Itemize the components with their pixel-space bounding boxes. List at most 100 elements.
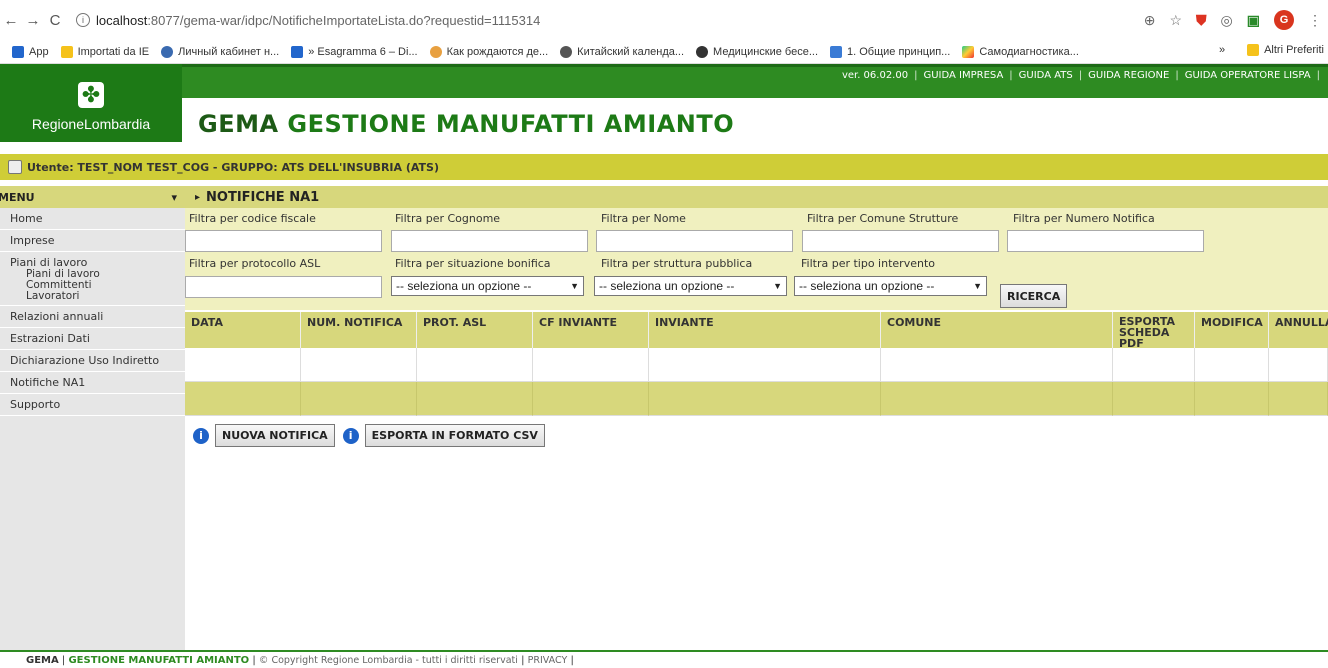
label-numero: Filtra per Numero Notifica (1013, 212, 1155, 225)
bookmark-item[interactable]: Китайский календа... (560, 45, 684, 58)
browser-address-bar: ← → C i localhost:8077/gema-war/idpc/Not… (0, 0, 1328, 40)
table-cell (1269, 348, 1328, 382)
version-label: ver. 06.02.00 (841, 70, 909, 81)
label-protocollo: Filtra per protocollo ASL (189, 257, 321, 270)
info-icon[interactable]: i (76, 13, 90, 27)
tipo-select[interactable]: -- seleziona un opzione -- ▼ (794, 276, 987, 296)
sidebar-subitem-lavoratori[interactable]: Lavoratori (10, 291, 175, 302)
sidebar-item-notifiche[interactable]: Notifiche NA1 (0, 372, 185, 394)
label-tipo: Filtra per tipo intervento (801, 257, 935, 270)
sheets-extension-icon[interactable]: ▣ (1247, 12, 1260, 29)
col-num-notifica[interactable]: NUM. NOTIFICA (301, 312, 417, 348)
url-host[interactable]: localhost (96, 13, 147, 28)
col-modifica[interactable]: MODIFICA (1195, 312, 1269, 348)
sidebar-item-relazioni[interactable]: Relazioni annuali (0, 306, 185, 328)
menu-header[interactable]: MENU ▾ (0, 186, 185, 208)
site-icon (696, 45, 709, 58)
cf-input[interactable] (185, 230, 382, 252)
site-icon (830, 45, 843, 58)
regione-lombardia-logo[interactable]: ✤ RegioneLombardia (0, 64, 182, 142)
footer-copyright: © Copyright Regione Lombardia - tutti i … (258, 654, 518, 666)
label-cf: Filtra per codice fiscale (189, 212, 316, 225)
bookmark-item[interactable]: Медицинские бесе... (696, 45, 818, 58)
user-info: Utente: TEST_NOM TEST_COG - GRUPPO: ATS … (27, 160, 439, 174)
situazione-select[interactable]: -- seleziona un opzione -- ▼ (391, 276, 584, 296)
folder-icon (60, 45, 73, 58)
sidebar-item-imprese[interactable]: Imprese (0, 230, 185, 252)
col-cf-inviante[interactable]: CF INVIANTE (533, 312, 649, 348)
link-guida-regione[interactable]: GUIDA REGIONE (1088, 70, 1169, 81)
apps-icon (12, 45, 24, 58)
back-icon[interactable]: ← (0, 12, 22, 29)
sidebar-item-home[interactable]: Home (0, 208, 185, 230)
bookmark-item[interactable]: Importati da IE (60, 45, 149, 58)
extension-icon[interactable]: ◎ (1221, 12, 1233, 29)
site-icon (429, 45, 442, 58)
label-nome: Filtra per Nome (601, 212, 686, 225)
link-guida-impresa[interactable]: GUIDA IMPRESA (923, 70, 1003, 81)
chevron-right-icon: ▸ (195, 191, 201, 203)
main-content: ▸ NOTIFICHE NA1 Filtra per codice fiscale… (185, 186, 1328, 650)
url-path[interactable]: :8077/gema-war/idpc/NotificheImportateLi… (147, 13, 540, 28)
protocollo-input[interactable] (185, 276, 382, 298)
table-cell (649, 348, 881, 382)
link-guida-ats[interactable]: GUIDA ATS (1019, 70, 1073, 81)
label-comune: Filtra per Comune Strutture (807, 212, 959, 225)
menu-dots-icon[interactable]: ⋮ (1308, 12, 1322, 29)
table-cell (533, 382, 649, 416)
numero-input[interactable] (1007, 230, 1204, 252)
bookmark-item[interactable]: Как рождаются де... (429, 45, 548, 58)
actions-bar: i NUOVA NOTIFICA i ESPORTA IN FORMATO CS… (185, 424, 545, 447)
other-bookmarks[interactable]: Altri Preferiti (1247, 44, 1324, 56)
site-icon (962, 45, 975, 58)
footer-title: GESTIONE MANUFATTI AMIANTO (68, 654, 250, 666)
footer-gema: GEMA (26, 654, 59, 666)
table-cell (1269, 382, 1328, 416)
profile-avatar[interactable]: G (1274, 10, 1294, 30)
bookmark-item[interactable]: » Esagramma 6 – Di... (291, 45, 418, 58)
forward-icon[interactable]: → (22, 12, 44, 29)
table-cell (1113, 348, 1195, 382)
header-top-stripe (182, 64, 1328, 67)
folder-icon (1247, 44, 1260, 56)
bookmark-apps[interactable]: App (12, 45, 49, 58)
nome-input[interactable] (596, 230, 793, 252)
zoom-icon[interactable]: ⊕ (1144, 12, 1156, 29)
privacy-link[interactable]: PRIVACY (528, 655, 568, 666)
sidebar-item-estrazioni[interactable]: Estrazioni Dati (0, 328, 185, 350)
info-icon[interactable]: i (342, 427, 359, 444)
shield-extension-icon[interactable]: ⛊ (1196, 12, 1207, 29)
ricerca-button[interactable]: RICERCA (1000, 284, 1068, 308)
col-annulla[interactable]: ANNULLA (1269, 312, 1328, 348)
bookmark-item[interactable]: 1. Общие принцип... (830, 45, 950, 58)
sidebar-item-supporto[interactable]: Supporto (0, 394, 185, 416)
bookmark-item[interactable]: Самодиагностика... (962, 45, 1079, 58)
cognome-input[interactable] (391, 230, 588, 252)
info-icon[interactable]: i (193, 427, 209, 444)
col-data[interactable]: DATA (185, 312, 301, 348)
bookmark-item[interactable]: Личный кабинет н... (161, 45, 279, 58)
page-title: GEMA GESTIONE MANUFATTI AMIANTO (198, 110, 735, 138)
table-cell (417, 348, 533, 382)
table-cell (1195, 348, 1269, 382)
sidebar-item-dichiarazione[interactable]: Dichiarazione Uso Indiretto (0, 350, 185, 372)
bookmarks-more[interactable]: » (1219, 44, 1225, 56)
table-cell (185, 382, 301, 416)
comune-input[interactable] (802, 230, 999, 252)
sidebar-item-piani[interactable]: Piani di lavoro Piani di lavoro Committe… (0, 252, 185, 306)
esporta-csv-button[interactable]: ESPORTA IN FORMATO CSV (364, 424, 545, 447)
chevron-down-icon: ▾ (171, 190, 177, 204)
reload-icon[interactable]: C (44, 12, 66, 29)
col-esporta[interactable]: ESPORTA SCHEDA PDF (1113, 312, 1195, 349)
table-cell (1113, 382, 1195, 416)
user-bar: Utente: TEST_NOM TEST_COG - GRUPPO: ATS … (0, 154, 1328, 180)
col-comune[interactable]: COMUNE (881, 312, 1113, 348)
nuova-notifica-button[interactable]: NUOVA NOTIFICA (215, 424, 335, 447)
pubblica-select[interactable]: -- seleziona un opzione -- ▼ (594, 276, 787, 296)
table-header: DATA NUM. NOTIFICA PROT. ASL CF INVIANTE… (185, 312, 1328, 349)
col-inviante[interactable]: INVIANTE (649, 312, 881, 348)
table-cell (533, 348, 649, 382)
star-icon[interactable]: ☆ (1169, 12, 1182, 29)
link-guida-operatore[interactable]: GUIDA OPERATORE LISPA (1185, 70, 1311, 81)
col-prot-asl[interactable]: PROT. ASL (417, 312, 533, 348)
